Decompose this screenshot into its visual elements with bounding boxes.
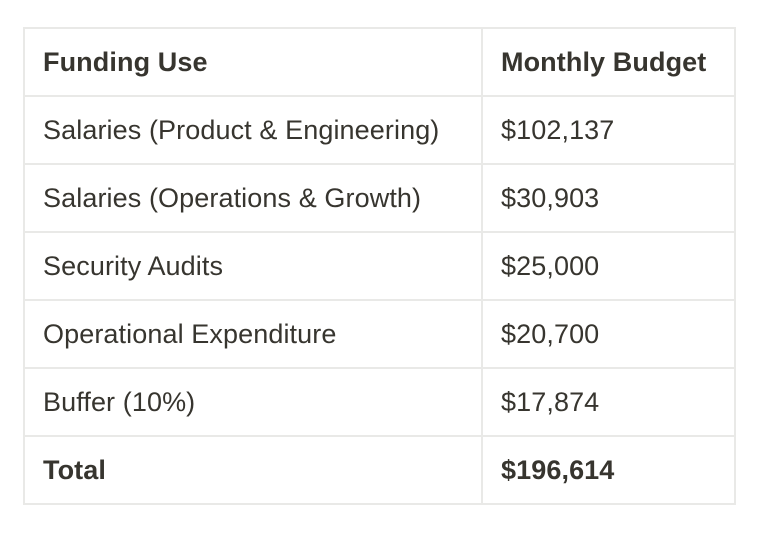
table-header-row: Funding Use Monthly Budget <box>23 27 736 97</box>
cell-funding-use: Salaries (Operations & Growth) <box>23 163 483 233</box>
cell-monthly-budget: $25,000 <box>481 231 736 301</box>
cell-funding-use: Salaries (Product & Engineering) <box>23 95 483 165</box>
cell-funding-use: Buffer (10%) <box>23 367 483 437</box>
header-funding-use: Funding Use <box>23 27 483 97</box>
table-row: Security Audits $25,000 <box>23 231 736 301</box>
budget-table: Funding Use Monthly Budget Salaries (Pro… <box>23 27 736 505</box>
table-row: Operational Expenditure $20,700 <box>23 299 736 369</box>
table-row: Salaries (Product & Engineering) $102,13… <box>23 95 736 165</box>
cell-funding-use: Security Audits <box>23 231 483 301</box>
table-row: Buffer (10%) $17,874 <box>23 367 736 437</box>
total-label: Total <box>23 435 483 505</box>
cell-funding-use: Operational Expenditure <box>23 299 483 369</box>
total-value: $196,614 <box>481 435 736 505</box>
header-monthly-budget: Monthly Budget <box>481 27 736 97</box>
budget-table-container: Funding Use Monthly Budget Salaries (Pro… <box>23 27 736 505</box>
cell-monthly-budget: $20,700 <box>481 299 736 369</box>
table-row: Salaries (Operations & Growth) $30,903 <box>23 163 736 233</box>
cell-monthly-budget: $102,137 <box>481 95 736 165</box>
cell-monthly-budget: $17,874 <box>481 367 736 437</box>
cell-monthly-budget: $30,903 <box>481 163 736 233</box>
table-total-row: Total $196,614 <box>23 435 736 505</box>
